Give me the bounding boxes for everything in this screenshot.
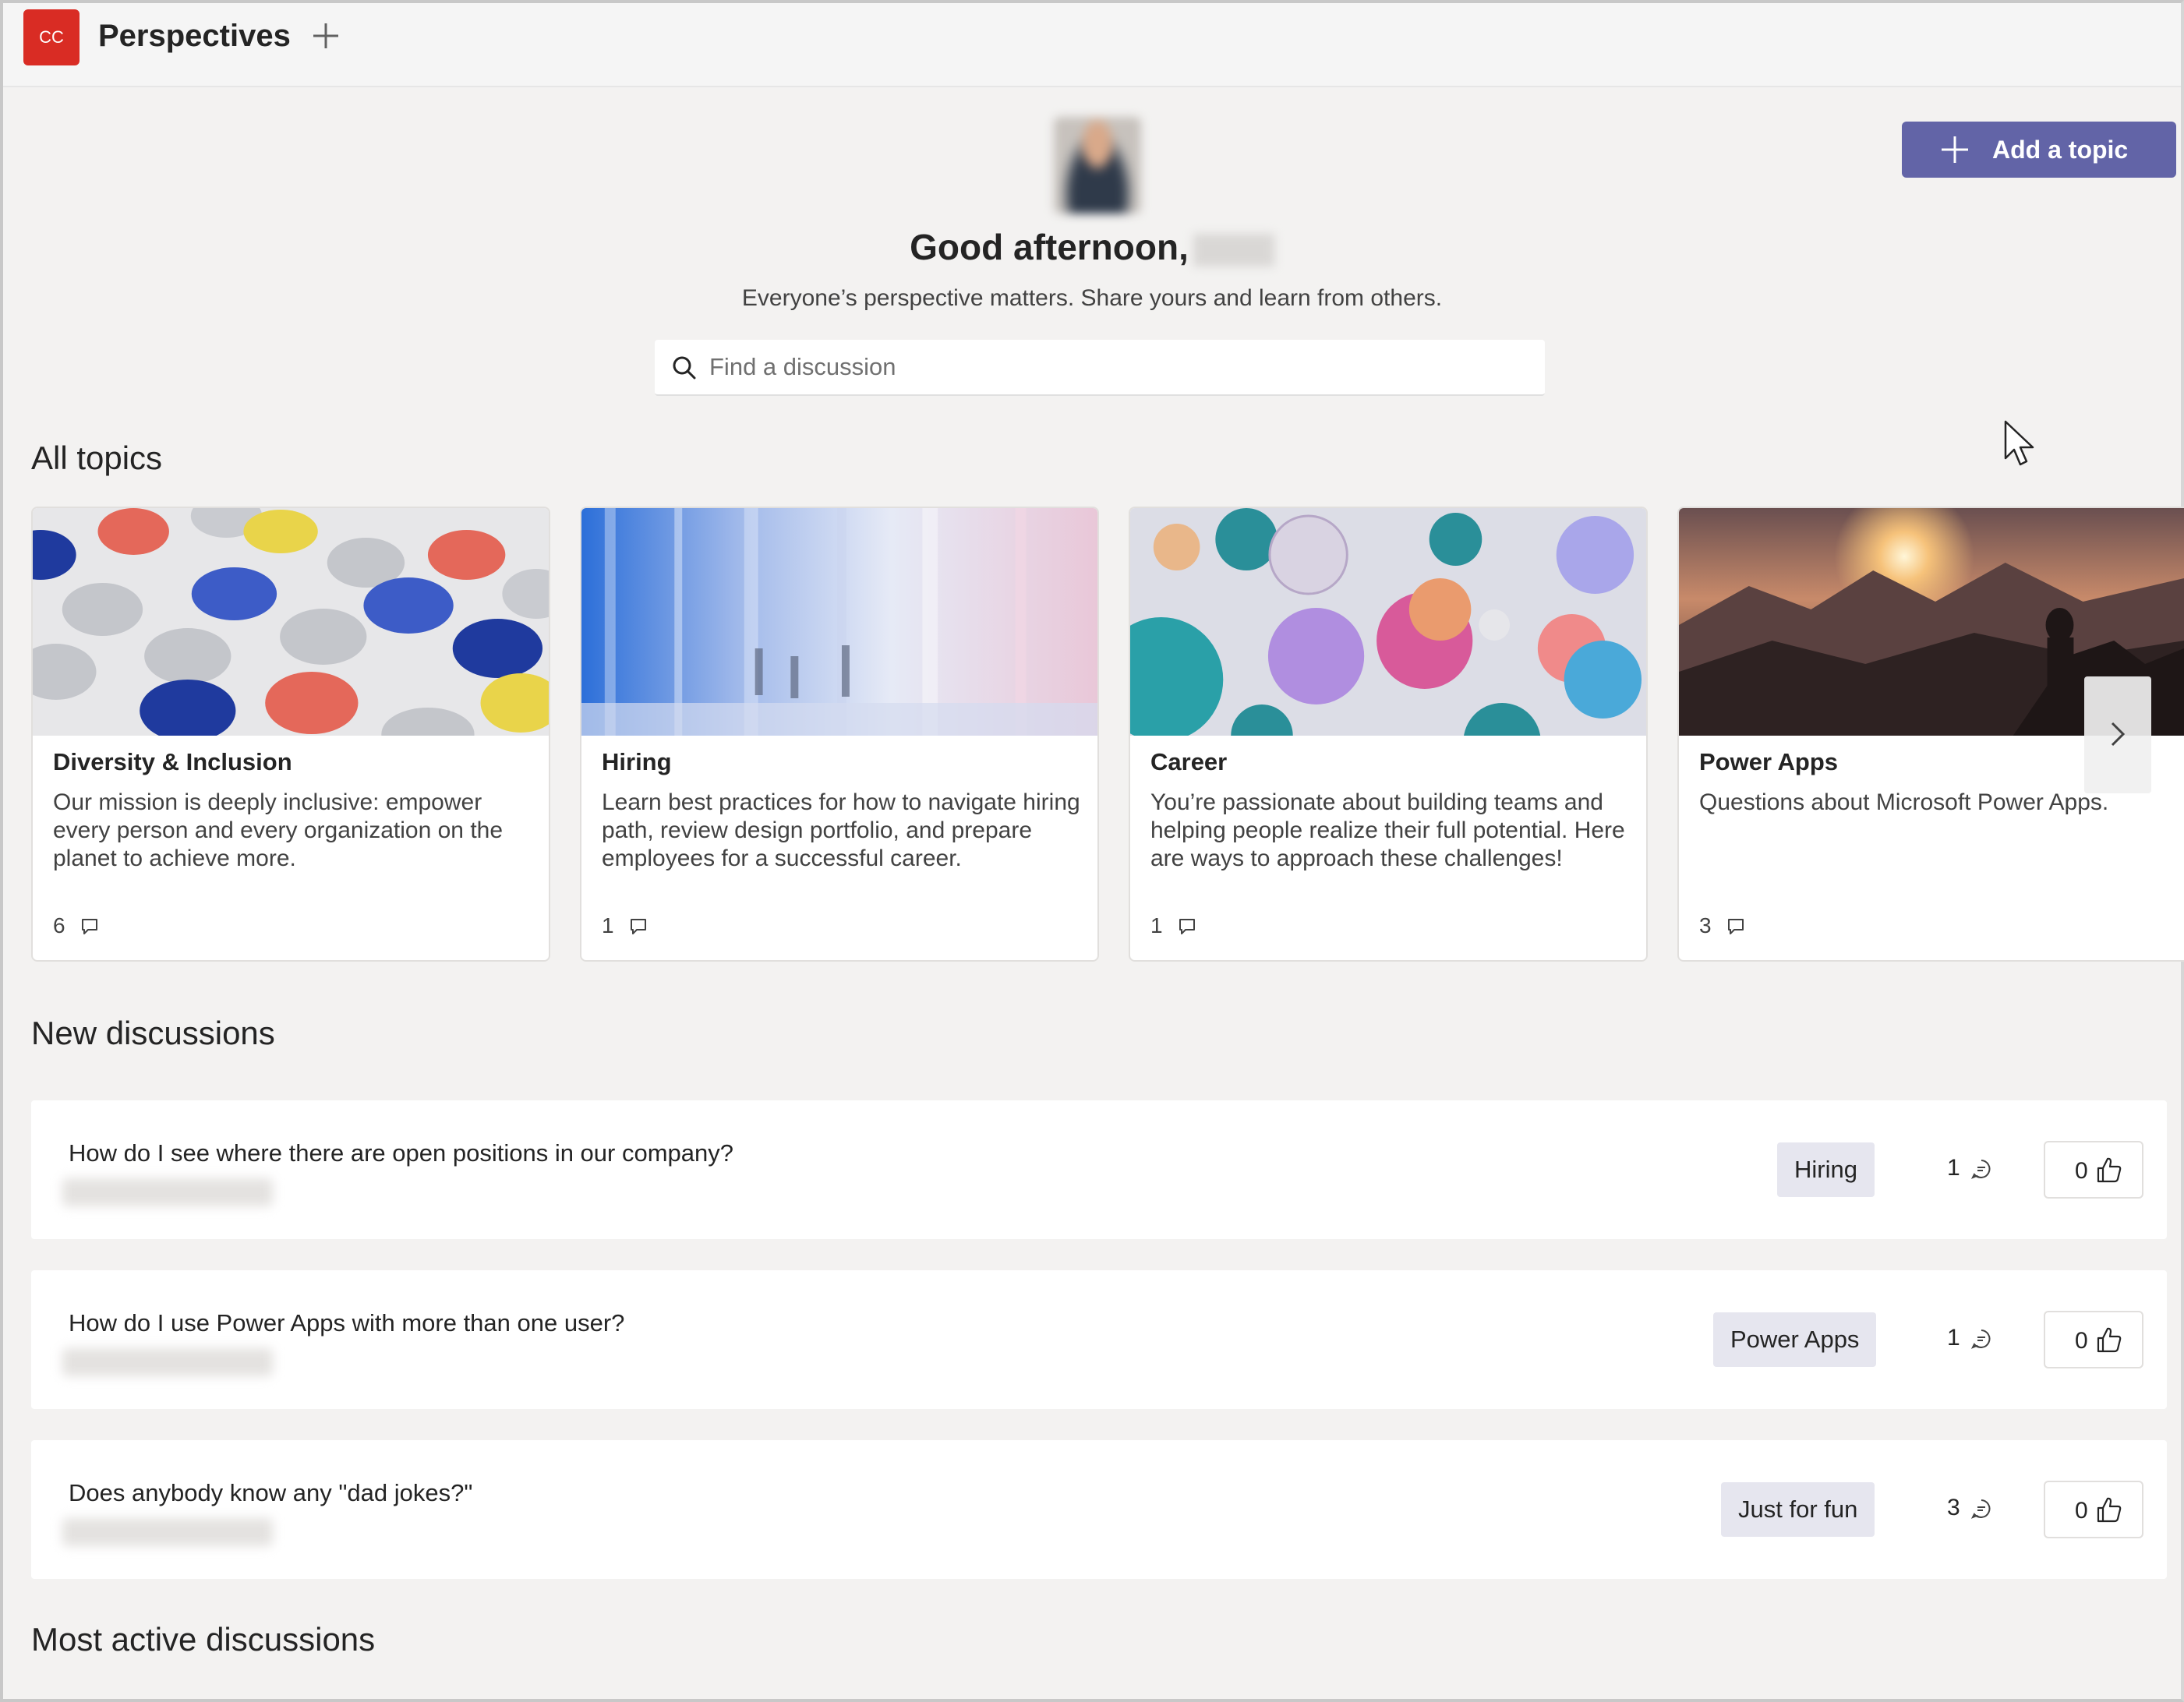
app-logo[interactable]: CC xyxy=(23,9,80,65)
discussion-topic-tag[interactable]: Hiring xyxy=(1777,1142,1875,1197)
topic-name: Hiring xyxy=(602,748,672,775)
discussion-comment-count: 3 xyxy=(1947,1495,1960,1520)
carousel-next-button[interactable] xyxy=(2084,676,2151,793)
discussion-row[interactable]: How do I see where there are open positi… xyxy=(31,1100,2167,1239)
discussion-title[interactable]: How do I see where there are open positi… xyxy=(69,1139,733,1167)
app-header: CC Perspectives xyxy=(3,3,2181,87)
greeting-text: Good afternoon, xyxy=(910,227,1189,267)
app-title: Perspectives xyxy=(98,19,291,53)
discussion-author-redacted xyxy=(62,1518,273,1546)
discussion-title[interactable]: How do I use Power Apps with more than o… xyxy=(69,1309,624,1337)
section-title-most-active: Most active discussions xyxy=(31,1621,376,1658)
topic-discussion-count: 3 xyxy=(1699,913,1712,938)
topic-card-career[interactable]: Career You’re passionate about building … xyxy=(1129,507,1648,962)
user-name-redacted xyxy=(1193,233,1274,267)
discussion-topic-tag[interactable]: Power Apps xyxy=(1713,1312,1877,1367)
topic-card-diversity-inclusion[interactable]: Diversity & Inclusion Our mission is dee… xyxy=(31,507,550,962)
like-button[interactable]: 0 xyxy=(2044,1311,2143,1368)
topic-discussion-count: 6 xyxy=(53,913,65,938)
like-button[interactable]: 0 xyxy=(2044,1481,2143,1538)
topic-name: Career xyxy=(1150,748,1228,775)
topic-image-colored-discs xyxy=(33,508,549,736)
add-tab-button[interactable] xyxy=(309,19,343,53)
comment-icon xyxy=(1970,1160,1991,1179)
hero-subtitle: Everyone’s perspective matters. Share yo… xyxy=(741,285,1443,311)
discussion-comment-count: 1 xyxy=(1947,1325,1960,1351)
topic-image-abstract-curtain xyxy=(581,508,1097,736)
user-avatar[interactable] xyxy=(1054,117,1141,214)
chevron-right-icon xyxy=(2111,722,2126,747)
topic-discussion-count: 1 xyxy=(602,913,614,938)
topic-card-hiring[interactable]: Hiring Learn best practices for how to n… xyxy=(580,507,1099,962)
search-icon xyxy=(673,356,696,380)
plus-icon xyxy=(1942,136,1968,163)
mouse-cursor-icon xyxy=(2004,420,2034,466)
topic-description: Learn best practices for how to navigate… xyxy=(602,789,1080,871)
thumbs-up-icon xyxy=(2097,1157,2122,1183)
like-button[interactable]: 0 xyxy=(2044,1141,2143,1199)
comment-icon xyxy=(1970,1499,1991,1519)
comment-icon xyxy=(1728,919,1744,934)
search-box[interactable] xyxy=(655,340,1545,396)
section-title-new-discussions: New discussions xyxy=(31,1015,275,1051)
topic-discussion-count: 1 xyxy=(1150,913,1163,938)
discussion-comment-count: 1 xyxy=(1947,1155,1960,1181)
like-count: 0 xyxy=(2075,1328,2088,1354)
comment-icon xyxy=(1179,919,1195,934)
discussion-author-redacted xyxy=(62,1348,273,1376)
topic-name: Diversity & Inclusion xyxy=(53,748,292,775)
greeting-heading: Good afternoon, xyxy=(0,226,2184,268)
discussion-title[interactable]: Does anybody know any "dad jokes?" xyxy=(69,1479,472,1507)
topic-description: You’re passionate about building teams a… xyxy=(1150,789,1625,871)
add-topic-label: Add a topic xyxy=(1992,136,2129,164)
plus-icon xyxy=(313,23,338,48)
add-topic-button[interactable]: Add a topic xyxy=(1902,122,2176,178)
comment-icon xyxy=(631,919,646,934)
section-title-all-topics: All topics xyxy=(31,440,163,476)
discussion-author-redacted xyxy=(62,1178,273,1206)
topic-description: Our mission is deeply inclusive: empower… xyxy=(53,789,504,871)
discussion-row[interactable]: How do I use Power Apps with more than o… xyxy=(31,1270,2167,1409)
search-input[interactable] xyxy=(709,340,1520,394)
topic-image-spheres xyxy=(1130,508,1646,736)
thumbs-up-icon xyxy=(2097,1497,2122,1523)
topic-name: Power Apps xyxy=(1699,748,1838,775)
comment-icon xyxy=(1970,1329,1991,1349)
comment-icon xyxy=(82,919,97,934)
discussion-row[interactable]: Does anybody know any "dad jokes?" Just … xyxy=(31,1440,2167,1579)
thumbs-up-icon xyxy=(2097,1327,2122,1353)
like-count: 0 xyxy=(2075,1498,2088,1524)
like-count: 0 xyxy=(2075,1158,2088,1184)
discussion-topic-tag[interactable]: Just for fun xyxy=(1721,1482,1875,1537)
